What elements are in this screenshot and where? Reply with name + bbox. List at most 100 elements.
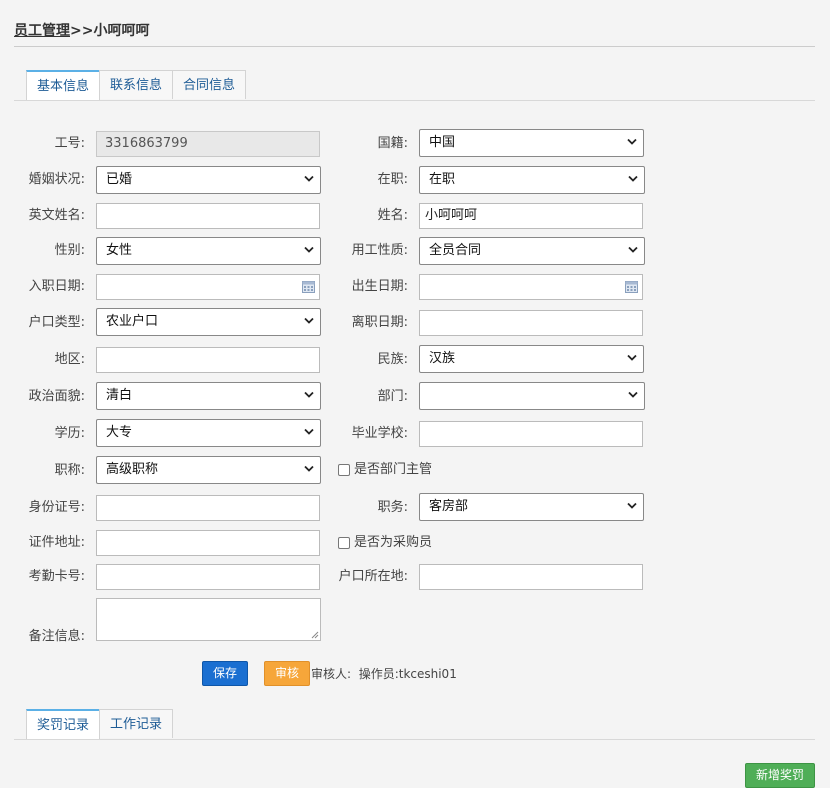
tab-contract-info[interactable]: 合同信息 xyxy=(172,70,247,99)
top-tabs: 基本信息 联系信息 合同信息 xyxy=(26,70,247,101)
chevron-down-icon xyxy=(627,502,637,509)
bottom-tabs-divider xyxy=(14,739,815,740)
ethnicity-select[interactable]: 汉族 xyxy=(419,345,644,373)
label-hukou-type: 户口类型: xyxy=(28,315,85,330)
buyer-checkbox[interactable] xyxy=(338,537,350,549)
bottom-tabs: 奖罚记录 工作记录 xyxy=(26,709,174,740)
breadcrumb-separator: >> xyxy=(70,23,94,39)
tab-rewards-penalties[interactable]: 奖罚记录 xyxy=(26,709,101,740)
label-education: 学历: xyxy=(54,426,85,441)
title-value: 高级职称 xyxy=(106,462,159,477)
label-hire-date: 入职日期: xyxy=(28,279,85,294)
dept-head-checkbox[interactable] xyxy=(338,464,350,476)
save-button[interactable]: 保存 xyxy=(202,661,248,686)
remarks-textarea[interactable] xyxy=(96,598,321,641)
employment-type-value: 全员合同 xyxy=(429,243,482,258)
top-tabs-divider xyxy=(14,100,815,101)
label-marital: 婚姻状况: xyxy=(28,172,85,187)
operator-label: 操作员: xyxy=(358,667,399,681)
label-leave-date: 离职日期: xyxy=(351,315,408,330)
label-name: 姓名: xyxy=(377,208,408,223)
gender-select[interactable]: 女性 xyxy=(96,237,321,265)
label-political: 政治面貌: xyxy=(28,389,85,404)
education-value: 大专 xyxy=(106,425,133,440)
gender-value: 女性 xyxy=(106,243,133,258)
calendar-icon[interactable] xyxy=(625,281,638,293)
political-select[interactable]: 清白 xyxy=(96,382,321,410)
employment-type-select[interactable]: 全员合同 xyxy=(419,237,645,265)
label-attendance-card: 考勤卡号: xyxy=(28,569,85,584)
tab-contact-info[interactable]: 联系信息 xyxy=(99,70,174,99)
label-title: 职称: xyxy=(54,463,85,478)
attendance-card-field[interactable] xyxy=(96,564,320,590)
political-value: 清白 xyxy=(106,388,133,403)
department-select[interactable] xyxy=(419,382,645,410)
chevron-down-icon xyxy=(628,246,638,253)
region-field[interactable] xyxy=(96,347,320,373)
label-birth-date: 出生日期: xyxy=(351,279,408,294)
label-hukou-location: 户口所在地: xyxy=(338,569,408,584)
dept-head-label: 是否部门主管 xyxy=(354,462,433,477)
label-nationality: 国籍: xyxy=(377,136,408,151)
label-english-name: 英文姓名: xyxy=(28,208,85,223)
marital-value: 已婚 xyxy=(106,172,133,187)
audit-info: 审核人: 操作员:tkceshi01 xyxy=(311,666,457,682)
label-id-address: 证件地址: xyxy=(28,535,85,550)
label-employed: 在职: xyxy=(377,172,408,187)
marital-select[interactable]: 已婚 xyxy=(96,166,321,194)
label-department: 部门: xyxy=(377,389,408,404)
hire-date-field[interactable] xyxy=(96,274,320,300)
label-id-number: 身份证号: xyxy=(28,500,85,515)
dept-head-option[interactable]: 是否部门主管 xyxy=(338,462,432,478)
employed-select[interactable]: 在职 xyxy=(419,166,645,194)
nationality-select[interactable]: 中国 xyxy=(419,129,644,157)
label-school: 毕业学校: xyxy=(351,426,408,441)
chevron-down-icon xyxy=(628,391,638,398)
title-divider xyxy=(14,46,815,47)
ethnicity-value: 汉族 xyxy=(429,351,456,366)
resize-grip-icon[interactable] xyxy=(311,631,319,639)
nationality-value: 中国 xyxy=(429,135,456,150)
chevron-down-icon xyxy=(627,354,637,361)
title-select[interactable]: 高级职称 xyxy=(96,456,321,484)
add-reward-penalty-button[interactable]: 新增奖罚 xyxy=(745,763,815,788)
id-number-field[interactable] xyxy=(96,495,320,521)
label-emp-no: 工号: xyxy=(54,136,85,151)
operator-value: tkceshi01 xyxy=(398,667,457,681)
label-position: 职务: xyxy=(377,500,408,515)
chevron-down-icon xyxy=(304,175,314,182)
breadcrumb-current: 小呵呵呵 xyxy=(93,23,150,39)
chevron-down-icon xyxy=(628,175,638,182)
page-title: 员工管理>>小呵呵呵 xyxy=(14,20,149,40)
label-region: 地区: xyxy=(54,352,85,367)
id-address-field[interactable] xyxy=(96,530,320,556)
auditor-label: 审核人: xyxy=(311,667,352,681)
emp-no-field[interactable]: 3316863799 xyxy=(96,131,320,157)
education-select[interactable]: 大专 xyxy=(96,419,321,447)
chevron-down-icon xyxy=(304,391,314,398)
breadcrumb-employee-management[interactable]: 员工管理 xyxy=(14,23,70,39)
chevron-down-icon xyxy=(304,428,314,435)
position-value: 客房部 xyxy=(429,499,469,514)
hukou-type-select[interactable]: 农业户口 xyxy=(96,308,321,336)
hukou-type-value: 农业户口 xyxy=(106,314,159,329)
position-select[interactable]: 客房部 xyxy=(419,493,644,521)
hukou-location-field[interactable] xyxy=(419,564,643,590)
employed-value: 在职 xyxy=(429,172,456,187)
name-field[interactable]: 小呵呵呵 xyxy=(419,203,643,229)
chevron-down-icon xyxy=(304,465,314,472)
tab-work-records[interactable]: 工作记录 xyxy=(99,709,174,738)
label-employment-type: 用工性质: xyxy=(351,243,408,258)
chevron-down-icon xyxy=(627,138,637,145)
chevron-down-icon xyxy=(304,246,314,253)
leave-date-field[interactable] xyxy=(419,310,643,336)
label-remarks: 备注信息: xyxy=(28,629,85,644)
birth-date-field[interactable] xyxy=(419,274,643,300)
calendar-icon[interactable] xyxy=(302,281,315,293)
english-name-field[interactable] xyxy=(96,203,320,229)
school-field[interactable] xyxy=(419,421,643,447)
buyer-label: 是否为采购员 xyxy=(354,535,433,550)
buyer-option[interactable]: 是否为采购员 xyxy=(338,535,432,551)
audit-button[interactable]: 审核 xyxy=(264,661,310,686)
tab-basic-info[interactable]: 基本信息 xyxy=(26,70,101,101)
